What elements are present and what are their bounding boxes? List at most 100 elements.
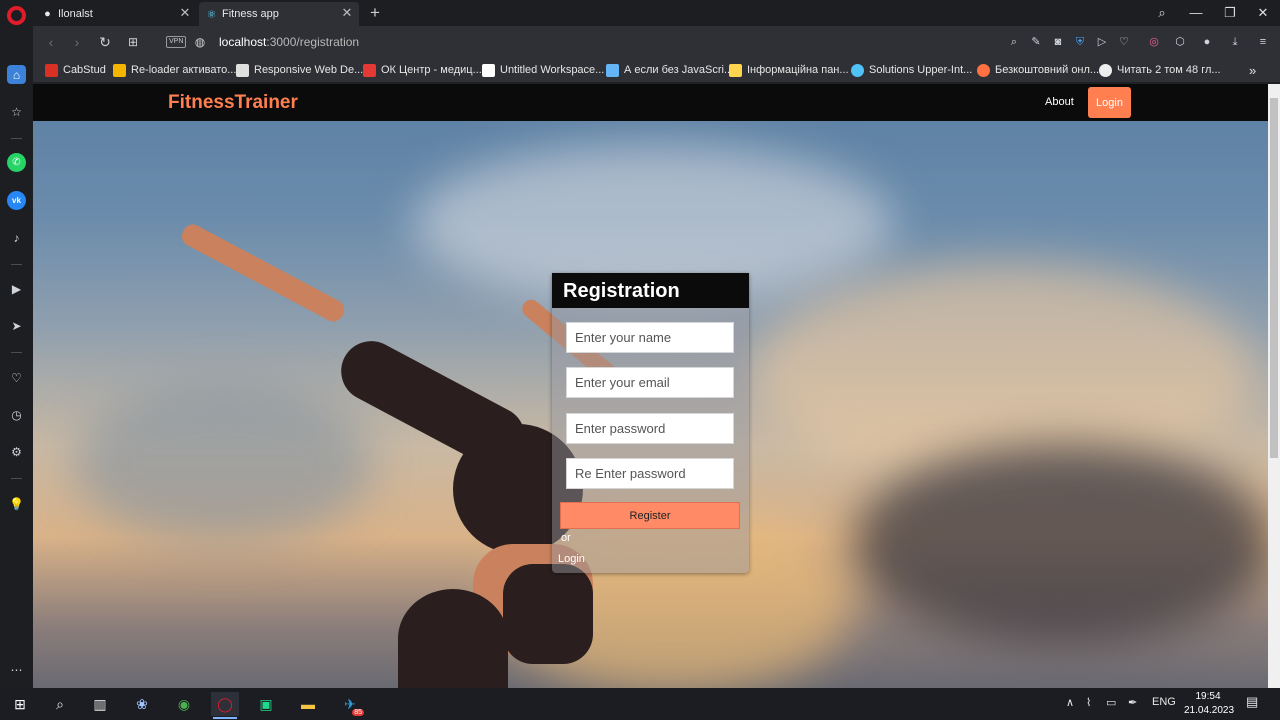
bookmark-favicon-icon [236,63,249,77]
maximize-icon[interactable]: ❐ [1219,2,1241,24]
password-input[interactable] [566,413,734,444]
lightbulb-icon[interactable]: 💡 [7,494,26,513]
bookmark-item[interactable]: Solutions Upper-Int... [851,62,972,78]
reenter-password-input[interactable] [566,458,734,489]
vpn-badge[interactable]: VPN [166,36,187,48]
player-icon[interactable]: ▶ [7,279,26,298]
name-input[interactable] [566,322,734,353]
more-bookmarks-chevron-icon[interactable]: » [1249,62,1256,78]
search-tabs-icon[interactable]: ⌕ [1151,2,1173,24]
close-window-icon[interactable]: ✕ [1252,2,1274,24]
hero-athlete-image [398,589,508,688]
windows-taskbar: ⊞ ⌕ ▥ ❀ ◉ ◯ ▣ ▬ ✈ 85 ∧ ⌇ ▭ ✒ ENG 19:54 21… [0,688,1280,720]
bookmark-favicon-icon [1099,63,1112,77]
bookmark-item[interactable]: Безкоштовний онл... [977,62,1099,78]
bookmark-label: Читать 2 том 48 гл... [1117,64,1221,76]
search-icon[interactable]: ⌕ [46,692,74,716]
tabs-grid-icon[interactable]: ⊞ [123,32,143,52]
bookmark-favicon-icon [977,63,990,77]
reload-icon[interactable]: ↻ [95,32,115,52]
heart-icon[interactable]: ♡ [7,368,26,387]
battery-icon[interactable]: ▭ [1106,696,1116,709]
register-button[interactable]: Register [560,502,740,529]
registration-header: Registration [552,273,749,308]
clock-date: 21.04.2023 [1184,705,1235,716]
bookmark-item[interactable]: Untitled Workspace... [482,62,604,78]
globe-icon[interactable]: ◍ [190,32,210,52]
email-input[interactable] [566,367,734,398]
hero-athlete-image [178,221,348,325]
cube-icon[interactable]: ⬡ [1172,34,1188,50]
chrome-icon[interactable]: ◉ [170,692,198,716]
language-indicator[interactable]: ENG [1152,696,1176,708]
bookmark-label: CabStud [63,64,106,76]
heart-bookmark-icon[interactable]: ♡ [1116,34,1132,50]
nav-login-button[interactable]: Login [1088,87,1131,118]
history-icon[interactable]: ◷ [7,405,26,424]
extension-ring-icon[interactable]: ◎ [1146,34,1162,50]
or-divider-text: or [561,532,571,544]
vk-icon[interactable]: vk [7,191,26,210]
bookmark-item[interactable]: CabStud [45,62,106,78]
shield-icon[interactable]: ⛨ [1072,34,1088,50]
download-icon[interactable]: ⤓ [1227,34,1243,50]
tab-strip: ● Ilonalst ✕ ⚛ Fitness app ✕ + ⌕ — ❐ ✕ [33,0,1280,26]
tiktok-icon[interactable]: ♪ [7,228,26,247]
file-explorer-icon[interactable]: ▬ [294,692,322,716]
tray-chevron-icon[interactable]: ∧ [1066,696,1074,709]
close-tab-icon[interactable]: ✕ [177,5,193,21]
bookmark-item[interactable]: Інформаційна пан... [729,62,849,78]
page-scrollbar[interactable] [1268,84,1280,688]
whatsapp-icon[interactable]: ✆ [7,153,26,172]
bookmark-favicon-icon [851,63,864,77]
send-icon[interactable]: ➤ [7,316,26,335]
notifications-icon[interactable]: ▤ [1246,694,1258,710]
bookmark-label: Responsive Web De... [254,64,364,76]
star-icon[interactable]: ☆ [7,102,26,121]
bookmark-item[interactable]: А если без JavaScri... [606,62,733,78]
tab-title: Fitness app [222,8,279,20]
task-view-icon[interactable]: ▥ [86,692,114,716]
camera-icon[interactable]: ◙ [1050,34,1066,50]
search-page-icon[interactable]: ⌕ [1006,34,1022,50]
edit-icon[interactable]: ✎ [1028,34,1044,50]
windows-start-icon[interactable]: ⊞ [6,692,34,716]
sidebar-divider [11,138,22,139]
telegram-unread-badge: 85 [352,709,364,716]
forward-arrow-icon[interactable]: › [67,32,87,52]
webstorm-icon[interactable]: ▣ [252,692,280,716]
hero-background-cloud [853,444,1268,644]
url-host: localhost [219,35,267,49]
more-dots-icon[interactable]: ⋯ [7,660,26,679]
login-link[interactable]: Login [558,553,585,565]
taskbar-clock[interactable]: 19:54 21.04.2023 [1184,690,1235,718]
home-icon[interactable]: ⌂ [7,65,26,84]
url-field[interactable]: localhost:3000/registration [219,35,359,49]
bookmark-label: ОК Центр - медиц... [381,64,482,76]
profile-avatar-icon[interactable]: ● [1199,34,1215,50]
bookmark-item[interactable]: Re-loader активато... [113,62,236,78]
react-icon: ⚛ [206,8,217,21]
tab-fitness-app[interactable]: ⚛ Fitness app ✕ [199,2,359,26]
close-tab-icon[interactable]: ✕ [339,5,355,21]
scrollbar-thumb[interactable] [1270,98,1278,458]
new-tab-plus-icon[interactable]: + [366,3,384,23]
bookmark-item[interactable]: Читать 2 том 48 гл... [1099,62,1221,78]
telegram-icon[interactable]: ✈ 85 [336,692,364,716]
app-brain-icon[interactable]: ❀ [128,692,156,716]
bookmark-item[interactable]: ОК Центр - медиц... [363,62,482,78]
opera-logo-icon[interactable] [7,6,26,25]
nav-about-link[interactable]: About [1045,96,1074,108]
tab-ilonalst[interactable]: ● Ilonalst ✕ [35,2,197,26]
web-page: FitnessTrainer About Login Registration … [33,84,1268,688]
settings-gear-icon[interactable]: ⚙ [7,442,26,461]
network-icon[interactable]: ⌇ [1086,696,1091,709]
send-page-icon[interactable]: ▷ [1094,34,1110,50]
pen-icon[interactable]: ✒ [1128,696,1137,709]
bookmark-item[interactable]: Responsive Web De... [236,62,363,78]
opera-taskbar-icon[interactable]: ◯ [211,692,239,719]
back-arrow-icon[interactable]: ‹ [41,32,61,52]
minimize-icon[interactable]: — [1185,2,1207,24]
easy-setup-icon[interactable]: ≡ [1255,34,1271,50]
brand-logo[interactable]: FitnessTrainer [168,92,298,114]
